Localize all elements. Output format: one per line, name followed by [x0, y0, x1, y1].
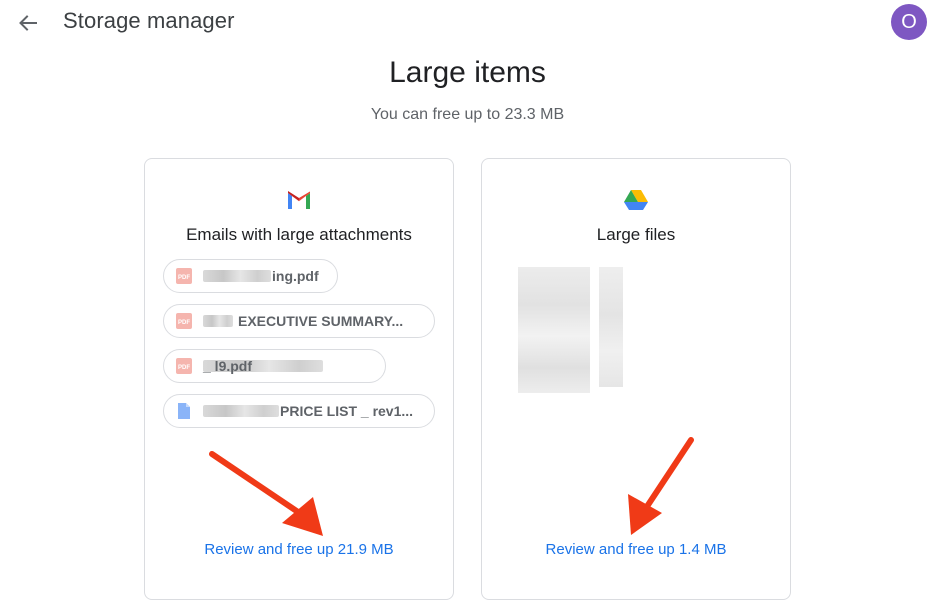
attachment-chip[interactable]: PDF EXECUTIVE SUMMARY... [163, 304, 435, 338]
file-thumbnail[interactable] [599, 267, 623, 387]
review-free-up-attachments-link[interactable]: Review and free up 21.9 MB [145, 541, 453, 558]
svg-text:PDF: PDF [178, 320, 190, 326]
pdf-icon: PDF [175, 267, 193, 285]
redacted-filename [203, 315, 233, 327]
redacted-filename [203, 405, 279, 417]
top-bar: Storage manager O [0, 0, 945, 48]
avatar[interactable]: O [891, 4, 927, 40]
attachment-chip[interactable]: PRICE LIST _ rev1... [163, 394, 435, 428]
google-drive-icon [622, 189, 650, 211]
gmail-card-title: Emails with large attachments [186, 225, 412, 244]
doc-icon [175, 402, 193, 420]
attachment-name: EXECUTIVE SUMMARY... [238, 313, 404, 329]
pdf-icon: PDF [175, 357, 193, 375]
gmail-large-attachments-card: Emails with large attachments PDF ing.pd… [144, 158, 454, 600]
attachment-chip[interactable]: PDF ing.pdf [163, 259, 338, 293]
attachment-chip[interactable]: PDF _ l9.pdf [163, 349, 386, 383]
review-free-up-files-link[interactable]: Review and free up 1.4 MB [482, 541, 790, 558]
attachment-name: _ l9.pdf [203, 358, 253, 374]
pdf-icon: PDF [175, 312, 193, 330]
page-subtitle: You can free up to 23.3 MB [370, 106, 565, 123]
attachment-name: ing.pdf [272, 268, 319, 284]
back-arrow-icon[interactable] [14, 9, 42, 37]
drive-large-files-card: Large files Review and free up 1.4 MB [481, 158, 791, 600]
svg-text:PDF: PDF [178, 275, 190, 281]
app-title: Storage manager [63, 8, 235, 33]
drive-card-title: Large files [596, 225, 676, 244]
svg-text:PDF: PDF [178, 365, 190, 371]
redacted-filename [203, 270, 271, 282]
gmail-icon [285, 189, 313, 211]
file-thumbnail[interactable] [518, 267, 590, 393]
page-title: Large items [389, 56, 546, 89]
attachment-name: PRICE LIST _ rev1... [280, 403, 414, 419]
